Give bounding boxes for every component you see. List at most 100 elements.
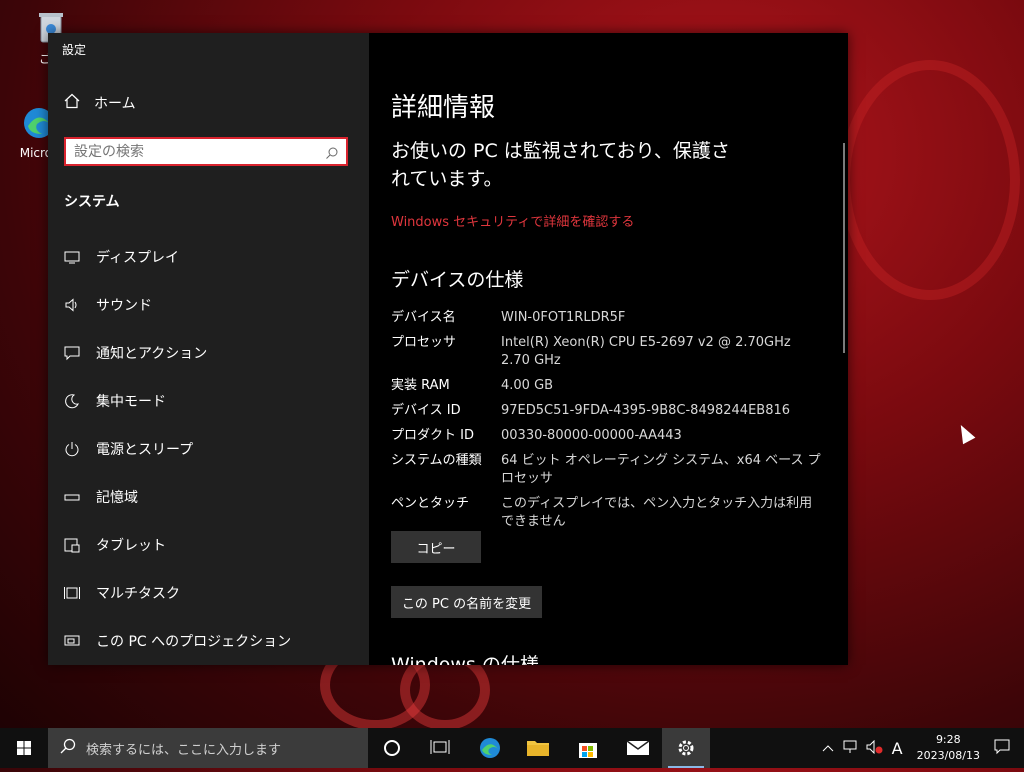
- sidebar-item-storage[interactable]: 記憶域: [48, 473, 369, 521]
- nav-list: ディスプレイ サウンド 通知とアクション 集中モード 電源とスリープ 記憶域 タ…: [48, 233, 369, 665]
- sidebar-item-multitasking[interactable]: マルチタスク: [48, 569, 369, 617]
- sidebar-item-label: 集中モード: [96, 394, 166, 410]
- system-tray: A 9:28 2023/08/13: [818, 728, 1024, 768]
- network-icon[interactable]: [842, 740, 858, 757]
- cortana-button[interactable]: [368, 728, 416, 768]
- sidebar-item-focus[interactable]: 集中モード: [48, 377, 369, 425]
- store-icon: [579, 743, 597, 758]
- sidebar-item-label: 電源とスリープ: [96, 442, 194, 458]
- copy-button[interactable]: コピー: [391, 531, 481, 563]
- multitask-icon: [64, 585, 80, 601]
- mail-icon: [626, 740, 650, 755]
- clock[interactable]: 9:28 2023/08/13: [917, 732, 980, 764]
- spec-row: プロセッサ Intel(R) Xeon(R) CPU E5-2697 v2 @ …: [391, 334, 831, 370]
- window-title: 設定: [62, 43, 87, 57]
- folder-icon: [527, 741, 549, 756]
- task-view-icon: [430, 740, 450, 754]
- page-title: 詳細情報: [391, 93, 496, 123]
- sidebar-item-label: ディスプレイ: [96, 250, 180, 266]
- spec-row: 実装 RAM 4.00 GB: [391, 377, 831, 395]
- taskbar-app-settings[interactable]: [662, 728, 710, 768]
- taskbar-app-mail[interactable]: [614, 728, 662, 768]
- spec-label: プロセッサ: [391, 335, 457, 350]
- power-icon: [64, 441, 80, 457]
- projection-icon: [64, 633, 80, 649]
- clock-time: 9:28: [935, 733, 961, 746]
- volume-muted-icon[interactable]: [866, 739, 884, 757]
- spec-value: WIN-0FOT1RLDR5F: [501, 310, 626, 325]
- spec-value: このディスプレイでは、ペン入力とタッチ入力は利用できません: [501, 496, 813, 529]
- spec-label: システムの種類: [391, 453, 482, 468]
- taskbar-search-placeholder: 検索するには、ここに入力します: [86, 742, 282, 758]
- rename-pc-button[interactable]: この PC の名前を変更: [391, 586, 542, 618]
- spec-row: デバイス ID 97ED5C51-9FDA-4395-9B8C-8498244E…: [391, 402, 831, 420]
- search-icon: [60, 738, 76, 758]
- chevron-up-icon[interactable]: [822, 741, 834, 755]
- sidebar-item-power[interactable]: 電源とスリープ: [48, 425, 369, 473]
- spec-label: デバイス名: [391, 310, 456, 325]
- spec-value: 4.00 GB: [501, 378, 554, 393]
- spec-value: Intel(R) Xeon(R) CPU E5-2697 v2 @ 2.70GH…: [501, 335, 791, 368]
- section-title: システム: [64, 194, 120, 210]
- protection-status: お使いの PC は監視されており、保護されています。: [391, 140, 730, 190]
- security-details-link[interactable]: Windows セキュリティで詳細を確認する: [391, 211, 634, 230]
- spec-label: ペンとタッチ: [391, 496, 470, 511]
- gear-icon: [678, 740, 694, 756]
- start-button[interactable]: [0, 728, 48, 768]
- spec-label: プロダクト ID: [391, 428, 474, 443]
- search-icon[interactable]: [326, 144, 338, 159]
- sidebar-item-label: 記憶域: [96, 490, 138, 506]
- notification-icon: [64, 345, 80, 361]
- spec-label: デバイス ID: [391, 403, 461, 418]
- sidebar: ホーム システム ディスプレイ サウンド 通知とアクション: [48, 33, 369, 665]
- home-icon: [64, 93, 80, 113]
- spec-value: 64 ビット オペレーティング システム、x64 ベース プロセッサ: [501, 453, 821, 486]
- speaker-icon: [64, 297, 80, 313]
- windows-spec-heading: Windows の仕様: [391, 654, 539, 665]
- sidebar-item-notifications[interactable]: 通知とアクション: [48, 329, 369, 377]
- spec-value: 00330-80000-00000-AA443: [501, 428, 682, 443]
- taskbar: 検索するには、ここに入力します A 9:28 2023/08/13: [0, 728, 1024, 768]
- sidebar-item-label: タブレット: [96, 538, 166, 554]
- spec-label: 実装 RAM: [391, 378, 450, 393]
- settings-window: ホーム システム ディスプレイ サウンド 通知とアクション: [48, 33, 848, 665]
- storage-icon: [64, 489, 80, 505]
- clock-date: 2023/08/13: [916, 749, 980, 762]
- sidebar-item-sound[interactable]: サウンド: [48, 281, 369, 329]
- taskbar-app-file-explorer[interactable]: [514, 728, 562, 768]
- tablet-icon: [64, 537, 80, 553]
- ime-indicator[interactable]: A: [892, 739, 903, 758]
- spec-row: システムの種類 64 ビット オペレーティング システム、x64 ベース プロセ…: [391, 452, 831, 488]
- wallpaper-decoration: [840, 60, 1020, 300]
- nav-home[interactable]: ホーム: [64, 93, 136, 113]
- action-center-icon[interactable]: [994, 739, 1010, 758]
- settings-search-box[interactable]: [64, 137, 348, 166]
- edge-icon: [480, 738, 500, 758]
- sidebar-item-label: サウンド: [96, 298, 152, 314]
- windows-logo-icon: [17, 741, 31, 755]
- spec-value: 97ED5C51-9FDA-4395-9B8C-8498244EB816: [501, 403, 791, 418]
- cortana-icon: [384, 740, 400, 756]
- nav-home-label: ホーム: [94, 96, 136, 112]
- device-spec-heading: デバイスの仕様: [391, 269, 524, 291]
- taskbar-search-box[interactable]: 検索するには、ここに入力します: [48, 728, 368, 768]
- moon-icon: [64, 393, 80, 409]
- device-spec-table: デバイス名 WIN-0FOT1RLDR5F プロセッサ Intel(R) Xeo…: [391, 309, 831, 538]
- sidebar-item-label: マルチタスク: [96, 586, 180, 602]
- task-view-button[interactable]: [416, 728, 464, 768]
- sidebar-item-label: この PC へのプロジェクション: [96, 634, 292, 650]
- scrollbar[interactable]: [843, 143, 845, 353]
- sidebar-item-label: 通知とアクション: [96, 346, 208, 362]
- spec-row: プロダクト ID 00330-80000-00000-AA443: [391, 427, 831, 445]
- sidebar-item-tablet[interactable]: タブレット: [48, 521, 369, 569]
- sidebar-item-projection[interactable]: この PC へのプロジェクション: [48, 617, 369, 665]
- mouse-pointer-icon: [954, 421, 976, 445]
- sidebar-item-display[interactable]: ディスプレイ: [48, 233, 369, 281]
- settings-search-input[interactable]: [66, 139, 324, 164]
- spec-row: ペンとタッチ このディスプレイでは、ペン入力とタッチ入力は利用できません: [391, 495, 831, 531]
- taskbar-app-store[interactable]: [564, 728, 612, 768]
- about-panel: 詳細情報 お使いの PC は監視されており、保護されています。 Windows …: [369, 33, 848, 665]
- spec-row: デバイス名 WIN-0FOT1RLDR5F: [391, 309, 831, 327]
- taskbar-app-edge[interactable]: [466, 728, 514, 768]
- display-icon: [64, 249, 80, 265]
